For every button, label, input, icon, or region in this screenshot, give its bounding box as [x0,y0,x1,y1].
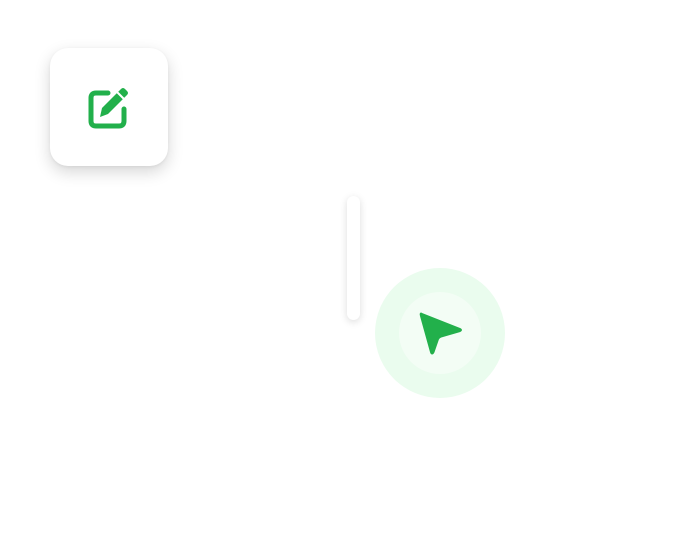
canvas [0,0,694,560]
vertical-scroll-handle[interactable] [347,196,360,320]
navigation-button-inner [399,292,481,374]
navigation-arrow-icon [416,309,464,357]
edit-button[interactable] [50,48,168,166]
navigation-button[interactable] [375,268,505,398]
edit-pencil-icon [85,83,133,131]
